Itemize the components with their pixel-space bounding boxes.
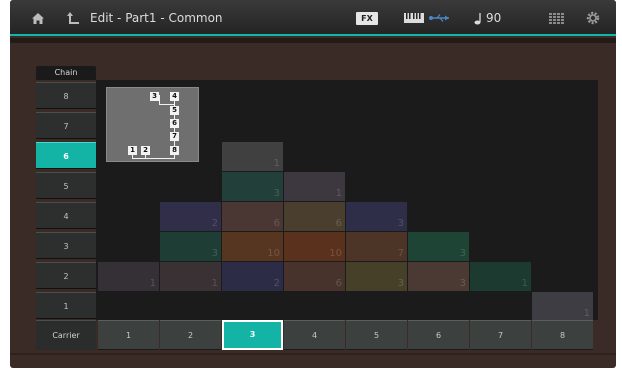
usb-icon bbox=[428, 0, 452, 36]
connector-line bbox=[174, 128, 175, 132]
chain-button-7[interactable]: 7 bbox=[36, 112, 96, 139]
carrier-button-6[interactable]: 6 bbox=[408, 320, 469, 350]
operator-block[interactable]: 3 bbox=[160, 232, 221, 261]
operator-block[interactable]: 1 bbox=[532, 292, 593, 321]
operator-box: 6 bbox=[170, 119, 179, 128]
connector-line bbox=[159, 104, 175, 105]
operator-block-number: 3 bbox=[459, 278, 466, 289]
operator-block[interactable]: 10 bbox=[222, 232, 283, 261]
connector-line bbox=[174, 101, 175, 106]
operator-block-number: 6 bbox=[273, 218, 280, 229]
carrier-button-5[interactable]: 5 bbox=[346, 320, 407, 350]
operator-block-number: 10 bbox=[267, 248, 280, 259]
tempo-value[interactable]: 90 bbox=[486, 0, 501, 36]
carrier-button-8[interactable]: 8 bbox=[532, 320, 593, 350]
header-divider bbox=[10, 38, 616, 43]
operator-box: 1 bbox=[128, 146, 137, 155]
note-icon bbox=[472, 0, 484, 36]
operator-box: 7 bbox=[170, 132, 179, 141]
carrier-button-3[interactable]: 3 bbox=[222, 320, 283, 350]
operator-block[interactable]: 3 bbox=[222, 172, 283, 201]
operator-block-number: 2 bbox=[211, 218, 218, 229]
operator-block[interactable]: 1 bbox=[284, 172, 345, 201]
chain-button-8[interactable]: 8 bbox=[36, 82, 96, 109]
chain-button-1[interactable]: 1 bbox=[36, 292, 96, 319]
carrier-button-1[interactable]: 1 bbox=[98, 320, 159, 350]
connector-line bbox=[132, 158, 175, 159]
operator-block-number: 6 bbox=[335, 278, 342, 289]
gear-icon[interactable] bbox=[583, 0, 603, 36]
chain-button-2[interactable]: 2 bbox=[36, 262, 96, 289]
operator-block-number: 1 bbox=[521, 278, 528, 289]
operator-block-number: 1 bbox=[149, 278, 156, 289]
operator-block[interactable]: 2 bbox=[160, 202, 221, 231]
operator-box: 3 bbox=[150, 92, 159, 101]
operator-block-number: 3 bbox=[211, 248, 218, 259]
operator-block-number: 3 bbox=[273, 188, 280, 199]
operator-block[interactable]: 3 bbox=[346, 262, 407, 291]
operator-block[interactable]: 1 bbox=[470, 262, 531, 291]
operator-block-number: 1 bbox=[583, 308, 590, 319]
midi-keyboard-icon bbox=[403, 0, 425, 36]
operator-block-number: 1 bbox=[273, 158, 280, 169]
operator-box: 8 bbox=[170, 146, 179, 155]
carrier-button-2[interactable]: 2 bbox=[160, 320, 221, 350]
operator-box: 2 bbox=[141, 146, 150, 155]
operator-box: 5 bbox=[170, 106, 179, 115]
operator-block-number: 1 bbox=[335, 188, 342, 199]
operator-block[interactable]: 3 bbox=[346, 202, 407, 231]
connector-line bbox=[159, 95, 160, 104]
operator-block[interactable]: 6 bbox=[284, 262, 345, 291]
operator-block-number: 3 bbox=[397, 218, 404, 229]
operator-block-number: 3 bbox=[459, 248, 466, 259]
title-bar: Edit - Part1 - Common FX 90 bbox=[10, 0, 616, 36]
algorithm-thumbnail[interactable]: 3 4 5 6 7 1 2 8 bbox=[106, 87, 199, 162]
carrier-button-4[interactable]: 4 bbox=[284, 320, 345, 350]
back-arrow-icon[interactable] bbox=[64, 0, 82, 36]
operator-block-number: 7 bbox=[397, 248, 404, 259]
operator-box: 4 bbox=[170, 92, 179, 101]
operator-block[interactable]: 6 bbox=[222, 202, 283, 231]
connector-line bbox=[174, 141, 175, 146]
chain-button-5[interactable]: 5 bbox=[36, 172, 96, 199]
page-title: Edit - Part1 - Common bbox=[90, 11, 223, 25]
operator-block-number: 6 bbox=[335, 218, 342, 229]
operator-block-number: 3 bbox=[397, 278, 404, 289]
operator-block[interactable]: 10 bbox=[284, 232, 345, 261]
operator-block[interactable]: 1 bbox=[98, 262, 159, 291]
chain-button-6[interactable]: 6 bbox=[36, 142, 96, 169]
connector-line bbox=[174, 115, 175, 119]
operator-block[interactable]: 1 bbox=[160, 262, 221, 291]
grid-icon[interactable] bbox=[547, 0, 567, 36]
operator-block-number: 10 bbox=[329, 248, 342, 259]
carrier-label: Carrier bbox=[36, 320, 96, 350]
operator-block[interactable]: 3 bbox=[408, 262, 469, 291]
operator-block[interactable]: 6 bbox=[284, 202, 345, 231]
bottom-divider bbox=[10, 353, 616, 355]
home-icon[interactable] bbox=[28, 0, 48, 36]
operator-block-number: 1 bbox=[211, 278, 218, 289]
operator-block[interactable]: 2 bbox=[222, 262, 283, 291]
operator-block[interactable]: 3 bbox=[408, 232, 469, 261]
fx-badge[interactable]: FX bbox=[356, 12, 378, 25]
chain-button-4[interactable]: 4 bbox=[36, 202, 96, 229]
operator-block-number: 2 bbox=[273, 278, 280, 289]
chain-header: Chain bbox=[36, 66, 96, 80]
operator-block[interactable]: 1 bbox=[222, 142, 283, 171]
carrier-button-7[interactable]: 7 bbox=[470, 320, 531, 350]
screen-frame: Edit - Part1 - Common FX 90 Chain 1 3 1 … bbox=[10, 0, 616, 368]
operator-block[interactable]: 7 bbox=[346, 232, 407, 261]
chain-button-3[interactable]: 3 bbox=[36, 232, 96, 259]
